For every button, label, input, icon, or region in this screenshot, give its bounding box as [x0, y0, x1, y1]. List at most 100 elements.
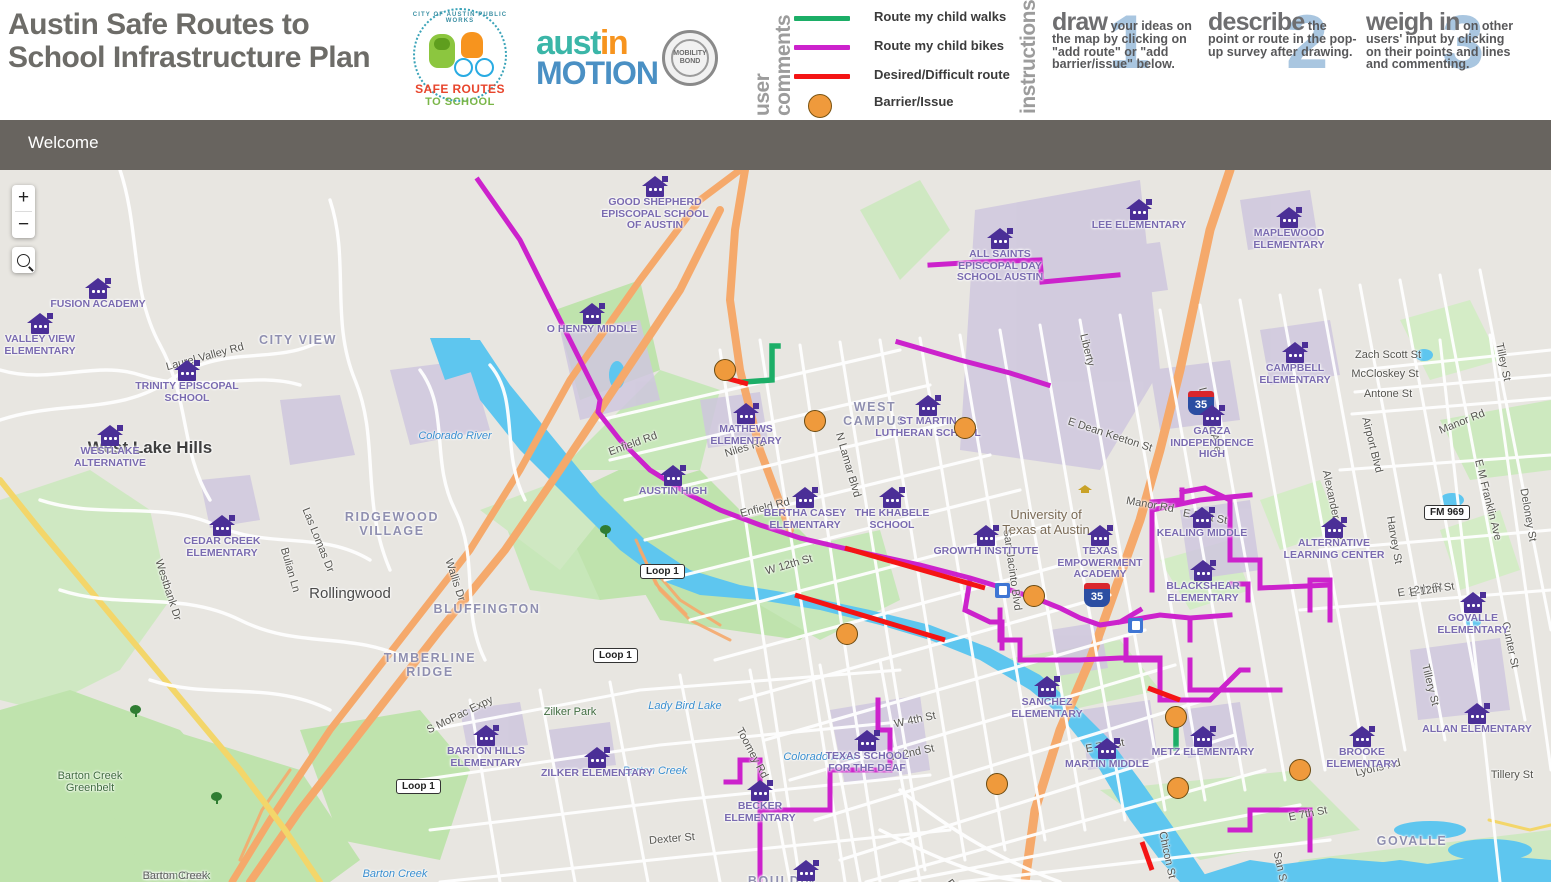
search-icon[interactable] — [12, 247, 35, 273]
school-marker[interactable]: BARTON HILLS ELEMENTARY — [426, 725, 546, 769]
school-house-icon — [973, 525, 999, 547]
highway-shield: Loop 1 — [593, 648, 638, 663]
bike-wheel-icon — [454, 58, 473, 77]
school-label: BROOKE ELEMENTARY — [1326, 746, 1398, 770]
barrier-marker[interactable] — [804, 410, 826, 432]
legend-item-barrier: Barrier/Issue — [794, 89, 1024, 118]
school-house-icon — [1199, 405, 1225, 427]
school-label: TRINITY EPISCOPAL SCHOOL — [135, 380, 239, 404]
school-marker[interactable]: ALL SAINTS EPISCOPAL DAY SCHOOL AUSTIN — [940, 228, 1060, 284]
barrier-marker[interactable] — [1167, 777, 1189, 799]
school-label: SANCHEZ ELEMENTARY — [1011, 696, 1083, 720]
school-label: BECKER ELEMENTARY — [724, 800, 796, 824]
logo-title-line2: TO SCHOOL — [425, 96, 495, 108]
school-house-icon — [792, 487, 818, 509]
school-label: MATHEWS ELEMENTARY — [710, 423, 782, 447]
school-house-icon — [854, 730, 880, 752]
school-label: GOOD SHEPHERD EPISCOPAL SCHOOL OF AUSTIN — [601, 196, 709, 231]
interstate-shield: 35 — [1084, 583, 1110, 607]
school-house-icon — [1276, 207, 1302, 229]
school-house-icon — [584, 747, 610, 769]
school-marker[interactable]: LEE ELEMENTARY — [1079, 199, 1199, 232]
school-label: FUSION ACADEMY — [50, 298, 146, 310]
school-house-icon — [915, 395, 941, 417]
barrier-marker[interactable] — [1023, 585, 1045, 607]
page-title: Austin Safe Routes to School Infrastruct… — [8, 8, 371, 74]
school-house-icon — [747, 780, 773, 802]
school-marker[interactable]: SANCHEZ ELEMENTARY — [987, 676, 1107, 720]
school-house-icon — [1094, 738, 1120, 760]
school-house-icon — [987, 228, 1013, 250]
school-house-icon — [473, 725, 499, 747]
school-marker[interactable] — [746, 860, 866, 882]
school-marker[interactable]: GOOD SHEPHERD EPISCOPAL SCHOOL OF AUSTIN — [595, 176, 715, 232]
school-label: BLACKSHEAR ELEMENTARY — [1166, 580, 1240, 604]
school-label: CAMPBELL ELEMENTARY — [1259, 362, 1331, 386]
park-tree-icon — [211, 792, 222, 804]
barrier-marker[interactable] — [714, 359, 736, 381]
school-marker[interactable]: MATHEWS ELEMENTARY — [686, 403, 806, 447]
page-header: Austin Safe Routes to School Infrastruct… — [0, 0, 1551, 120]
school-marker[interactable]: BROOKE ELEMENTARY — [1302, 726, 1422, 770]
school-marker[interactable]: KEALING MIDDLE — [1142, 507, 1262, 540]
school-house-icon — [1126, 199, 1152, 221]
school-marker[interactable]: TRINITY EPISCOPAL SCHOOL — [127, 360, 247, 404]
highway-shield: Loop 1 — [640, 564, 685, 579]
step-text: draw your ideas on the map by clicking o… — [1052, 10, 1202, 71]
school-marker[interactable]: O HENRY MIDDLE — [532, 303, 652, 336]
zoom-in-button[interactable]: + — [12, 185, 35, 211]
instruction-step-3: 3 weigh in on other users' input by clic… — [1366, 5, 1516, 81]
school-marker[interactable]: ALTERNATIVE LEARNING CENTER — [1274, 517, 1394, 561]
map-canvas[interactable]: + − West Lake Hills Rollingwood CITY VIEW R… — [0, 170, 1551, 882]
school-marker[interactable]: GARZA INDEPENDENCE HIGH — [1152, 405, 1272, 461]
school-marker[interactable]: ALLAN ELEMENTARY — [1417, 703, 1537, 736]
welcome-tab[interactable]: Welcome — [28, 133, 99, 153]
step-text: weigh in on other users' input by clicki… — [1366, 10, 1516, 71]
school-label: VALLEY VIEW ELEMENTARY — [4, 333, 76, 357]
school-label: ALL SAINTS EPISCOPAL DAY SCHOOL AUSTIN — [956, 248, 1044, 283]
school-label: KEALING MIDDLE — [1156, 527, 1248, 539]
logo-group: CITY OF AUSTIN PUBLIC WORKS SAFE ROUTES … — [400, 4, 720, 116]
school-marker[interactable]: CAMPBELL ELEMENTARY — [1235, 342, 1355, 386]
school-label: CEDAR CREEK ELEMENTARY — [183, 535, 261, 559]
instruction-step-2: 2 describe the point or route in the pop… — [1208, 5, 1358, 81]
school-house-icon — [793, 860, 819, 882]
school-house-icon — [1190, 726, 1216, 748]
school-marker[interactable]: GROWTH INSTITUTE — [926, 525, 1046, 558]
school-marker[interactable]: AUSTIN HIGH — [613, 465, 733, 498]
university-icon — [1078, 483, 1092, 494]
mobility-bond-ring: MOBILITY BOND — [671, 39, 709, 77]
school-label: ALLAN ELEMENTARY — [1422, 723, 1532, 735]
school-marker[interactable]: TEXAS SCHOOL FOR THE DEAF — [807, 730, 927, 774]
zoom-out-button[interactable]: − — [12, 212, 35, 238]
barrier-marker[interactable] — [954, 417, 976, 439]
map-search-button[interactable] — [12, 247, 35, 273]
school-house-icon — [879, 487, 905, 509]
legend-item-bike: Route my child bikes — [794, 33, 1024, 62]
school-marker[interactable]: ZILKER ELEMENTARY — [537, 747, 657, 780]
logo-arc-text: CITY OF AUSTIN PUBLIC WORKS — [412, 12, 508, 24]
school-marker[interactable]: GOVALLE ELEMENTARY — [1413, 592, 1533, 636]
school-marker[interactable]: FUSION ACADEMY — [38, 278, 158, 311]
school-label: ZILKER ELEMENTARY — [541, 767, 653, 779]
barrier-marker[interactable] — [1165, 706, 1187, 728]
school-house-icon — [1282, 342, 1308, 364]
school-marker[interactable]: WESTLAKE ALTERNATIVE — [50, 425, 170, 469]
school-label: TEXAS SCHOOL FOR THE DEAF — [825, 750, 909, 774]
school-house-icon — [733, 403, 759, 425]
school-marker[interactable]: VALLEY VIEW ELEMENTARY — [0, 313, 100, 357]
school-house-icon — [1321, 517, 1347, 539]
barrier-marker[interactable] — [1289, 759, 1311, 781]
school-marker[interactable]: MARTIN MIDDLE — [1047, 738, 1167, 771]
legend-label: Route my child bikes — [874, 38, 1005, 53]
turtle-icon — [429, 34, 455, 68]
zoom-controls[interactable]: + − — [12, 185, 35, 238]
school-marker[interactable]: BECKER ELEMENTARY — [700, 780, 820, 824]
park-tree-icon — [600, 525, 611, 537]
barrier-marker[interactable] — [836, 623, 858, 645]
school-marker[interactable]: CEDAR CREEK ELEMENTARY — [162, 515, 282, 559]
highway-shield: Loop 1 — [396, 779, 441, 794]
school-marker[interactable]: MAPLEWOOD ELEMENTARY — [1229, 207, 1349, 251]
barrier-marker[interactable] — [986, 773, 1008, 795]
school-marker[interactable]: BLACKSHEAR ELEMENTARY — [1143, 560, 1263, 604]
